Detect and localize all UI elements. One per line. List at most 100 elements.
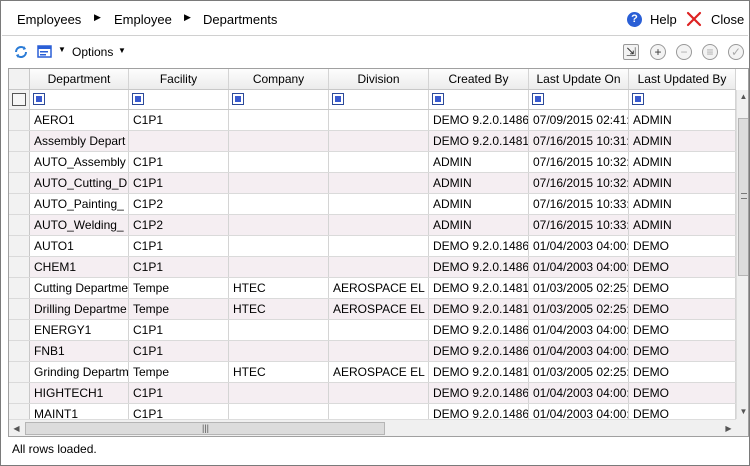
table-row[interactable]: AUTO_Painting_ C1P2 ADMIN 07/16/2015 10:33:… xyxy=(9,194,736,215)
cell-created-by[interactable]: ADMIN xyxy=(429,152,529,172)
row-selector[interactable] xyxy=(9,383,30,403)
cell-created-by[interactable]: DEMO 9.2.0.1486 xyxy=(429,320,529,340)
cell-last-updated-by[interactable]: ADMIN xyxy=(629,194,736,214)
cell-last-updated-by[interactable]: ADMIN xyxy=(629,110,736,130)
column-header-division[interactable]: Division xyxy=(329,69,429,89)
filter-input[interactable] xyxy=(547,92,626,107)
table-row[interactable]: ENERGY1 C1P1 DEMO 9.2.0.1486 01/04/2003 04:… xyxy=(9,320,736,341)
cell-facility[interactable]: C1P1 xyxy=(129,110,229,130)
cell-division[interactable] xyxy=(329,131,429,151)
cell-facility[interactable]: Tempe xyxy=(129,362,229,382)
cell-last-update-on[interactable]: 01/04/2003 04:00: xyxy=(529,257,629,277)
cell-facility[interactable]: C1P1 xyxy=(129,173,229,193)
table-row[interactable]: AUTO_Cutting_D C1P1 ADMIN 07/16/2015 10:32:… xyxy=(9,173,736,194)
export-icon[interactable]: ⇲ xyxy=(623,44,639,60)
cell-company[interactable] xyxy=(229,257,329,277)
cell-company[interactable] xyxy=(229,320,329,340)
filter-input[interactable] xyxy=(447,92,526,107)
cell-department[interactable]: AUTO_Cutting_D xyxy=(30,173,129,193)
scroll-left-icon[interactable]: ◀ xyxy=(9,420,24,436)
vertical-scroll-thumb[interactable] xyxy=(738,118,748,276)
cell-department[interactable]: Assembly Depart xyxy=(30,131,129,151)
filter-operator-icon[interactable] xyxy=(33,93,45,105)
cell-last-updated-by[interactable]: DEMO xyxy=(629,341,736,361)
cell-division[interactable] xyxy=(329,215,429,235)
cell-created-by[interactable]: DEMO 9.2.0.1481 xyxy=(429,362,529,382)
cell-facility[interactable]: C1P2 xyxy=(129,194,229,214)
row-selector[interactable] xyxy=(9,299,30,319)
cell-division[interactable] xyxy=(329,194,429,214)
row-selector[interactable] xyxy=(9,173,30,193)
cell-division[interactable] xyxy=(329,341,429,361)
table-row[interactable]: Grinding Departm Tempe HTEC AEROSPACE EL DEM… xyxy=(9,362,736,383)
cell-company[interactable] xyxy=(229,152,329,172)
options-dropdown-icon[interactable]: ▼ xyxy=(118,46,126,55)
cell-last-updated-by[interactable]: DEMO xyxy=(629,299,736,319)
cell-company[interactable]: HTEC xyxy=(229,299,329,319)
row-selector[interactable] xyxy=(9,341,30,361)
cell-last-update-on[interactable]: 01/03/2005 02:25: xyxy=(529,362,629,382)
remove-icon[interactable]: − xyxy=(676,44,692,60)
cell-last-update-on[interactable]: 01/03/2005 02:25: xyxy=(529,299,629,319)
cell-created-by[interactable]: ADMIN xyxy=(429,215,529,235)
cell-last-updated-by[interactable]: ADMIN xyxy=(629,152,736,172)
select-all-cell[interactable] xyxy=(9,90,30,109)
cell-company[interactable] xyxy=(229,383,329,403)
cell-last-updated-by[interactable]: DEMO xyxy=(629,278,736,298)
refresh-icon[interactable] xyxy=(13,44,29,60)
cell-facility[interactable]: C1P1 xyxy=(129,383,229,403)
cell-last-update-on[interactable]: 01/04/2003 04:00: xyxy=(529,383,629,403)
column-header-last-updated-by[interactable]: Last Updated By xyxy=(629,69,736,89)
cell-department[interactable]: Grinding Departm xyxy=(30,362,129,382)
cell-last-update-on[interactable]: 01/04/2003 04:00: xyxy=(529,341,629,361)
cell-facility[interactable]: C1P1 xyxy=(129,320,229,340)
table-row[interactable]: AUTO_Assembly C1P1 ADMIN 07/16/2015 10:32: A… xyxy=(9,152,736,173)
cell-department[interactable]: FNB1 xyxy=(30,341,129,361)
cell-created-by[interactable]: DEMO 9.2.0.1486 xyxy=(429,383,529,403)
cell-facility[interactable]: C1P1 xyxy=(129,236,229,256)
cell-last-updated-by[interactable]: DEMO xyxy=(629,362,736,382)
column-header-created-by[interactable]: Created By xyxy=(429,69,529,89)
cell-company[interactable] xyxy=(229,194,329,214)
cell-facility[interactable]: C1P1 xyxy=(129,152,229,172)
add-icon[interactable]: + xyxy=(650,44,666,60)
cell-last-update-on[interactable]: 07/16/2015 10:33: xyxy=(529,215,629,235)
row-selector[interactable] xyxy=(9,152,30,172)
table-row[interactable]: AUTO_Welding_ C1P2 ADMIN 07/16/2015 10:33: A… xyxy=(9,215,736,236)
cell-company[interactable] xyxy=(229,173,329,193)
cell-department[interactable]: Drilling Departme xyxy=(30,299,129,319)
column-header-facility[interactable]: Facility xyxy=(129,69,229,89)
cell-company[interactable] xyxy=(229,131,329,151)
cell-created-by[interactable]: DEMO 9.2.0.1481 xyxy=(429,278,529,298)
cell-last-updated-by[interactable]: DEMO xyxy=(629,236,736,256)
row-selector[interactable] xyxy=(9,236,30,256)
scroll-down-icon[interactable]: ▼ xyxy=(737,405,748,419)
filter-input[interactable] xyxy=(147,92,226,107)
filter-operator-icon[interactable] xyxy=(432,93,444,105)
cell-division[interactable] xyxy=(329,320,429,340)
cell-last-update-on[interactable]: 07/16/2015 10:32: xyxy=(529,152,629,172)
table-row[interactable]: AERO1 C1P1 DEMO 9.2.0.1486 07/09/2015 02:41… xyxy=(9,110,736,131)
row-selector[interactable] xyxy=(9,131,30,151)
row-selector[interactable] xyxy=(9,320,30,340)
cell-department[interactable]: Cutting Departme xyxy=(30,278,129,298)
cell-last-update-on[interactable]: 01/03/2005 02:25: xyxy=(529,278,629,298)
cell-company[interactable] xyxy=(229,236,329,256)
column-header-department[interactable]: Department xyxy=(30,69,129,89)
cell-department[interactable]: HIGHTECH1 xyxy=(30,383,129,403)
cell-division[interactable] xyxy=(329,257,429,277)
breadcrumb-employee[interactable]: Employee xyxy=(114,12,172,27)
row-selector[interactable] xyxy=(9,194,30,214)
cell-company[interactable] xyxy=(229,110,329,130)
cell-last-update-on[interactable]: 07/16/2015 10:33: xyxy=(529,194,629,214)
cell-company[interactable] xyxy=(229,341,329,361)
table-row[interactable]: AUTO1 C1P1 DEMO 9.2.0.1486 01/04/2003 04:00… xyxy=(9,236,736,257)
cell-facility[interactable] xyxy=(129,131,229,151)
cell-created-by[interactable]: DEMO 9.2.0.1486 xyxy=(429,110,529,130)
view-dropdown-icon[interactable]: ▼ xyxy=(58,45,66,54)
cell-division[interactable] xyxy=(329,173,429,193)
cell-last-update-on[interactable]: 07/16/2015 10:32: xyxy=(529,173,629,193)
cell-division[interactable]: AEROSPACE EL xyxy=(329,362,429,382)
filter-operator-icon[interactable] xyxy=(232,93,244,105)
help-button[interactable]: Help xyxy=(650,12,677,27)
